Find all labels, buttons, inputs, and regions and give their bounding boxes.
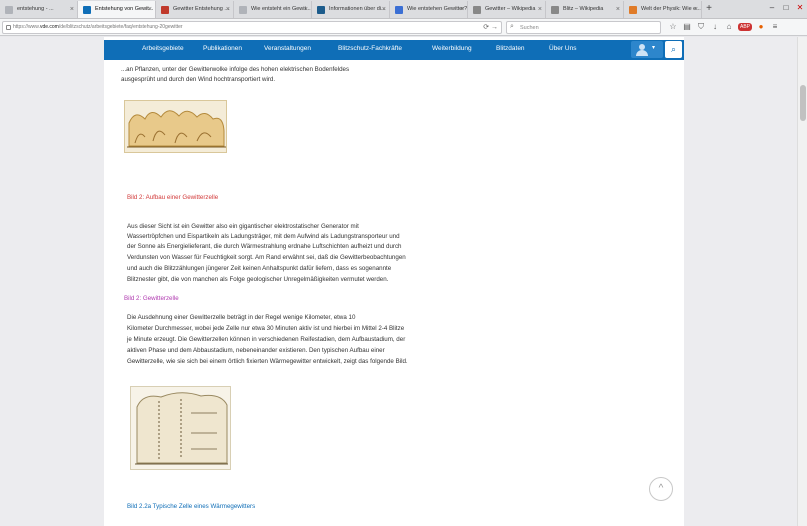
favicon-icon: [629, 6, 637, 14]
intro-line: ...an Pflanzen, unter der Gewitterwolke …: [121, 66, 350, 73]
favicon-icon: [239, 6, 247, 14]
close-icon[interactable]: ×: [460, 1, 464, 18]
search-icon: ⌕: [510, 23, 514, 30]
close-icon[interactable]: ×: [382, 1, 386, 18]
paragraph-line: Gewitterzelle, wie sie sich bei einem ör…: [127, 358, 408, 365]
tab-label: Blitz – Wikipedia: [563, 6, 604, 12]
lock-icon: [6, 25, 11, 30]
navigation-toolbar: https://www.vde.com/de/blitzschutz/arbei…: [0, 19, 807, 36]
favicon-icon: [551, 6, 559, 14]
search-input[interactable]: ⌕ Suchen: [506, 21, 661, 34]
user-icon-body: [636, 50, 648, 56]
nav-item-publikationen[interactable]: Publikationen: [203, 45, 242, 52]
close-window-button[interactable]: ✕: [793, 0, 807, 17]
close-icon[interactable]: ×: [694, 1, 698, 18]
tab[interactable]: Gewitter – Wikipedia ×: [468, 1, 546, 18]
site-menubar: Arbeitsgebiete Publikationen Veranstaltu…: [104, 40, 684, 60]
figure-heading: Bild 2: Gewitterzelle: [124, 295, 179, 302]
site-search-button[interactable]: ⌕: [665, 41, 682, 58]
shield-icon[interactable]: ⛉: [696, 21, 706, 33]
url-text: https://www.vde.com/de/blitzschutz/arbei…: [13, 24, 183, 30]
tab[interactable]: Informationen über di... ×: [312, 1, 390, 18]
nav-item-blitzdaten[interactable]: Blitzdaten: [496, 45, 525, 52]
paragraph-line: aktiven Phase und dem Abbaustadium, nebe…: [127, 347, 385, 354]
close-icon[interactable]: ×: [538, 1, 542, 18]
reader-icon[interactable]: ▤: [682, 21, 692, 33]
tab-label: Gewitter – Wikipedia: [485, 6, 536, 12]
close-icon[interactable]: ×: [304, 1, 308, 18]
paragraph-line: je Minute erzeugt. Die Gewitterzellen kö…: [127, 336, 406, 343]
figure-heading: Bild 2: Aufbau einer Gewitterzelle: [127, 194, 219, 201]
nav-item-arbeitsgebiete[interactable]: Arbeitsgebiete: [142, 45, 184, 52]
paragraph-line: und auch die Blitzzählungen jüngerer Zei…: [127, 265, 392, 272]
tab[interactable]: Welt der Physik: Wie e... ×: [624, 1, 702, 18]
favicon-icon: [317, 6, 325, 14]
tab-bar: entstehung - ... × Entstehung von Gewit..…: [0, 0, 807, 19]
tab-label: Wie entstehen Gewitter?: [407, 6, 468, 12]
scrollbar[interactable]: [797, 37, 807, 526]
tab-label: entstehung - ...: [17, 6, 54, 12]
tab[interactable]: Wie entstehen Gewitter? ×: [390, 1, 468, 18]
tab[interactable]: Gewitter Entstehung ... ×: [156, 1, 234, 18]
menu-icon[interactable]: ≡: [770, 21, 780, 33]
chevron-down-icon: ▾: [652, 45, 656, 51]
tab-active[interactable]: Entstehung von Gewit... ×: [78, 1, 156, 18]
tab-label: Wie entsteht ein Gewit...: [251, 6, 311, 12]
favicon-icon: [161, 6, 169, 14]
close-icon[interactable]: ×: [70, 1, 74, 18]
tab-label: Gewitter Entstehung ...: [173, 6, 229, 12]
tab[interactable]: entstehung - ... ×: [0, 1, 78, 18]
nav-item-ueber-uns[interactable]: Über Uns: [549, 45, 576, 52]
maximize-button[interactable]: □: [779, 0, 793, 17]
tab-label: Welt der Physik: Wie e...: [641, 6, 701, 12]
scroll-to-top-button[interactable]: ^: [649, 477, 673, 501]
tab[interactable]: Wie entsteht ein Gewit... ×: [234, 1, 312, 18]
star-icon[interactable]: ☆: [668, 21, 678, 33]
paragraph-line: Aus dieser Sicht ist ein Gewitter also e…: [127, 223, 359, 230]
nav-item-veranstaltungen[interactable]: Veranstaltungen: [264, 45, 311, 52]
thunderstorm-cell-image: [130, 386, 231, 470]
cloud-diagram-image: [124, 100, 227, 153]
tab-label: Informationen über di...: [329, 6, 386, 12]
download-icon[interactable]: ↓: [710, 21, 720, 33]
search-placeholder: Suchen: [520, 25, 539, 31]
window-controls: – □ ✕: [765, 0, 807, 17]
minimize-button[interactable]: –: [765, 0, 779, 17]
close-icon[interactable]: ×: [226, 1, 230, 18]
home-icon[interactable]: ⌂: [724, 21, 734, 33]
paragraph-line: Verdunsten von Wasser für Feuchtigkeit s…: [127, 254, 406, 261]
browser-window: entstehung - ... × Entstehung von Gewit..…: [0, 0, 807, 526]
paragraph-line: Die Ausdehnung einer Gewitterzelle beträ…: [127, 314, 356, 321]
paragraph-line: der Sonne als Energielieferant, die durc…: [127, 243, 402, 250]
close-icon[interactable]: ×: [148, 1, 152, 18]
tab[interactable]: Blitz – Wikipedia ×: [546, 1, 624, 18]
favicon-icon: [395, 6, 403, 14]
reload-icon[interactable]: ⟳ →: [483, 23, 498, 31]
paragraph-line: Kilometer Durchmesser, wobei jede Zelle …: [127, 325, 405, 332]
scrollbar-thumb[interactable]: [800, 85, 806, 121]
paragraph-line: Wassertröpfchen und Eispartikeln als Lad…: [127, 233, 400, 240]
user-menu-button[interactable]: ▾: [631, 41, 663, 58]
url-bar[interactable]: https://www.vde.com/de/blitzschutz/arbei…: [2, 21, 502, 34]
nav-item-weiterbildung[interactable]: Weiterbildung: [432, 45, 472, 52]
figure-caption: Bild 2.2a Typische Zelle eines Wärmegewi…: [127, 503, 256, 510]
tab-label: Entstehung von Gewit...: [95, 6, 154, 12]
firefox-icon[interactable]: ●: [756, 21, 766, 33]
close-icon[interactable]: ×: [616, 1, 620, 18]
toolbar-icons: ☆ ▤ ⛉ ↓ ⌂ ABP ● ≡: [668, 21, 780, 33]
intro-line: ausgesprüht und durch den Wind hochtrans…: [121, 76, 276, 83]
favicon-icon: [473, 6, 481, 14]
favicon-icon: [83, 6, 91, 14]
adblock-icon[interactable]: ABP: [738, 23, 752, 31]
favicon-icon: [5, 6, 13, 14]
paragraph-line: Blitznester gibt, die von manchen als Fo…: [127, 276, 389, 283]
nav-item-blitzschutz-fachkraefte[interactable]: Blitzschutz-Fachkräfte: [338, 45, 402, 52]
new-tab-button[interactable]: +: [702, 1, 716, 18]
